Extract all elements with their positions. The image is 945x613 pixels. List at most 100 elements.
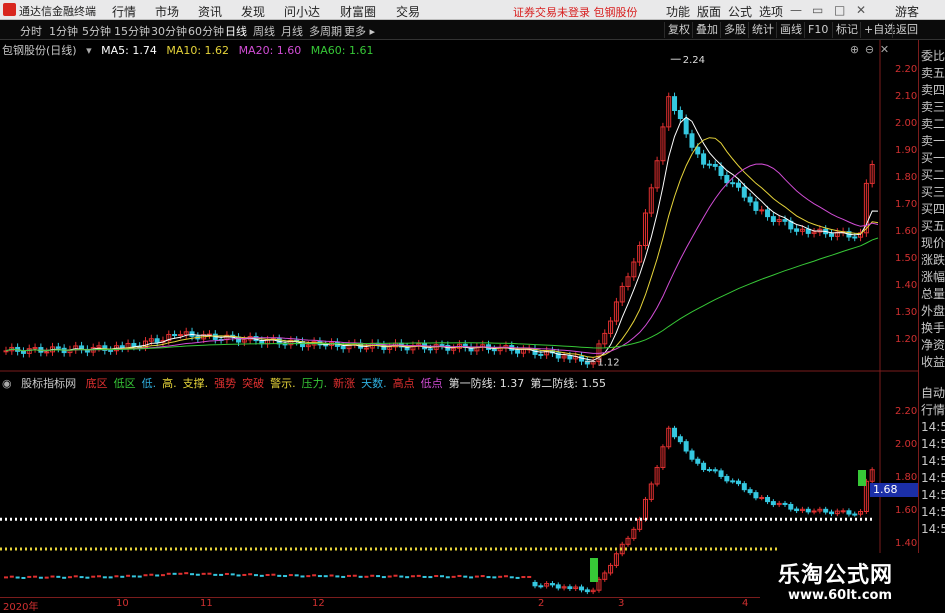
indicator-body [312, 574, 317, 577]
price-axis-tick: 1.50 [895, 253, 918, 264]
indicator-body [695, 458, 701, 464]
indicator-legend-item: 高点 [392, 377, 415, 390]
indicator-body [840, 510, 846, 513]
indicator-body [102, 576, 107, 579]
quote-panel-label: 14:50 [921, 522, 945, 536]
indicator-legend-item: 新涨 [333, 377, 356, 390]
indicator-body [555, 584, 561, 589]
ma5-label: MA5: 1.74 [101, 44, 157, 57]
indicator-body [207, 572, 212, 575]
candle-body [701, 153, 707, 165]
indicator-legend-item: 低区 [113, 377, 136, 390]
indicator-legend-item: 天数. [361, 377, 387, 390]
ma10-label: MA10: 1.62 [166, 44, 230, 57]
date-label: 4 [742, 598, 749, 609]
indicator-body [195, 573, 200, 576]
indicator-body [399, 575, 404, 578]
quote-panel-label: 收益 [921, 355, 945, 369]
indicator-body [492, 576, 497, 579]
indicator-body [271, 573, 276, 576]
date-label: 11 [200, 598, 213, 609]
dropdown-icon[interactable]: ▾ [86, 44, 92, 57]
candle-body [765, 209, 771, 218]
indicator-body [346, 574, 351, 577]
quote-panel-label: 买四 [921, 202, 945, 216]
indicator-axis-tick: 1.60 [895, 505, 918, 516]
indicator-legend-item: 警示. [270, 377, 296, 390]
indicator-body [56, 575, 61, 578]
indicator-body [410, 575, 415, 578]
indicator-body [213, 573, 218, 576]
indicator-body [486, 576, 491, 579]
candle-body [439, 344, 445, 347]
indicator-body [317, 575, 322, 578]
candle-body [712, 164, 718, 167]
quote-panel-label: 卖三 [921, 100, 945, 114]
watermark-title: 乐淘公式网 [778, 563, 894, 588]
indicator-body [230, 573, 235, 576]
indicator-info: ◉ 股标指标网 底区 低区 低. 高. 支撑. 强势 突破 警示. 压力. 新涨 天数. 高点 低点 第一… [2, 375, 612, 391]
indicator-body [538, 585, 544, 588]
indicator-body [503, 575, 508, 578]
indicator-body [788, 503, 794, 510]
candle-body [131, 343, 137, 347]
date-label: 2020年 [3, 602, 39, 613]
indicator-body [341, 575, 346, 578]
zoom-in-icon[interactable]: ⊕ [848, 43, 861, 56]
indicator-body [44, 576, 49, 579]
indicator-body [85, 576, 90, 579]
indicator-menu-icon[interactable]: ◉ [2, 377, 12, 390]
quote-panel-label: 买三 [921, 185, 945, 199]
indicator-body [166, 572, 171, 575]
candle-body [172, 334, 178, 337]
indicator-body [4, 576, 8, 579]
indicator-body [114, 575, 119, 578]
indicator-body [73, 575, 78, 578]
candle-body [108, 349, 114, 352]
indicator-body [480, 575, 485, 578]
candle-body [759, 209, 765, 212]
indicator-body [683, 441, 689, 452]
zoom-out-icon[interactable]: ⊖ [863, 43, 876, 56]
quote-panel-label: 买二 [921, 168, 945, 182]
candle-body [672, 96, 678, 112]
indicator-body [451, 575, 456, 578]
kline-chart[interactable]: 2.24 1.12 [0, 0, 945, 609]
indicator-body [376, 575, 381, 578]
date-label: 12 [312, 598, 325, 609]
candle-body [730, 182, 736, 185]
quote-panel-label: 涨跌 [921, 253, 945, 267]
price-axis-tick: 1.30 [895, 307, 918, 318]
signal-bar [858, 470, 866, 486]
ma-line-10 [5, 137, 879, 358]
indicator-axis-tick: 2.00 [895, 439, 918, 450]
indicator-body [9, 575, 14, 578]
indicator-body [277, 574, 282, 577]
indicator-body [852, 513, 858, 516]
candle-body [683, 118, 689, 135]
quote-panel-label: 卖五 [921, 66, 945, 80]
indicator-body [689, 450, 695, 460]
quote-panel-label: 涨幅 [921, 270, 945, 284]
price-axis-tick: 2.00 [895, 118, 918, 129]
date-label: 3 [618, 598, 625, 609]
quote-panel-label: 14:50 [921, 420, 945, 434]
indicator-body [811, 510, 817, 513]
indicator-body [718, 470, 724, 477]
indicator-legend-item: 第一防线: 1.37 [448, 377, 525, 390]
candle-body [782, 219, 788, 222]
indicator-body [352, 574, 357, 577]
candle-body [695, 146, 701, 155]
window-close-icon[interactable]: ✕ [878, 43, 891, 56]
quote-panel-label: 卖四 [921, 83, 945, 97]
quote-panel-label: 外盘 [921, 304, 945, 318]
date-label: 10 [116, 598, 129, 609]
price-axis-tick: 1.20 [895, 334, 918, 345]
indicator-body [416, 574, 421, 577]
indicator-body [370, 574, 375, 577]
quote-side-panel: 委比 卖五 卖四 卖三 卖二 卖一 买一 买二 买三 买四 买五 现价 涨跌 涨幅 总量 外盘 换手 净资 收益 自动… [918, 40, 945, 585]
indicator-body [823, 508, 829, 513]
price-axis-tick: 2.20 [895, 64, 918, 75]
indicator-body [190, 573, 195, 576]
indicator-axis-tick: 1.80 [895, 472, 918, 483]
